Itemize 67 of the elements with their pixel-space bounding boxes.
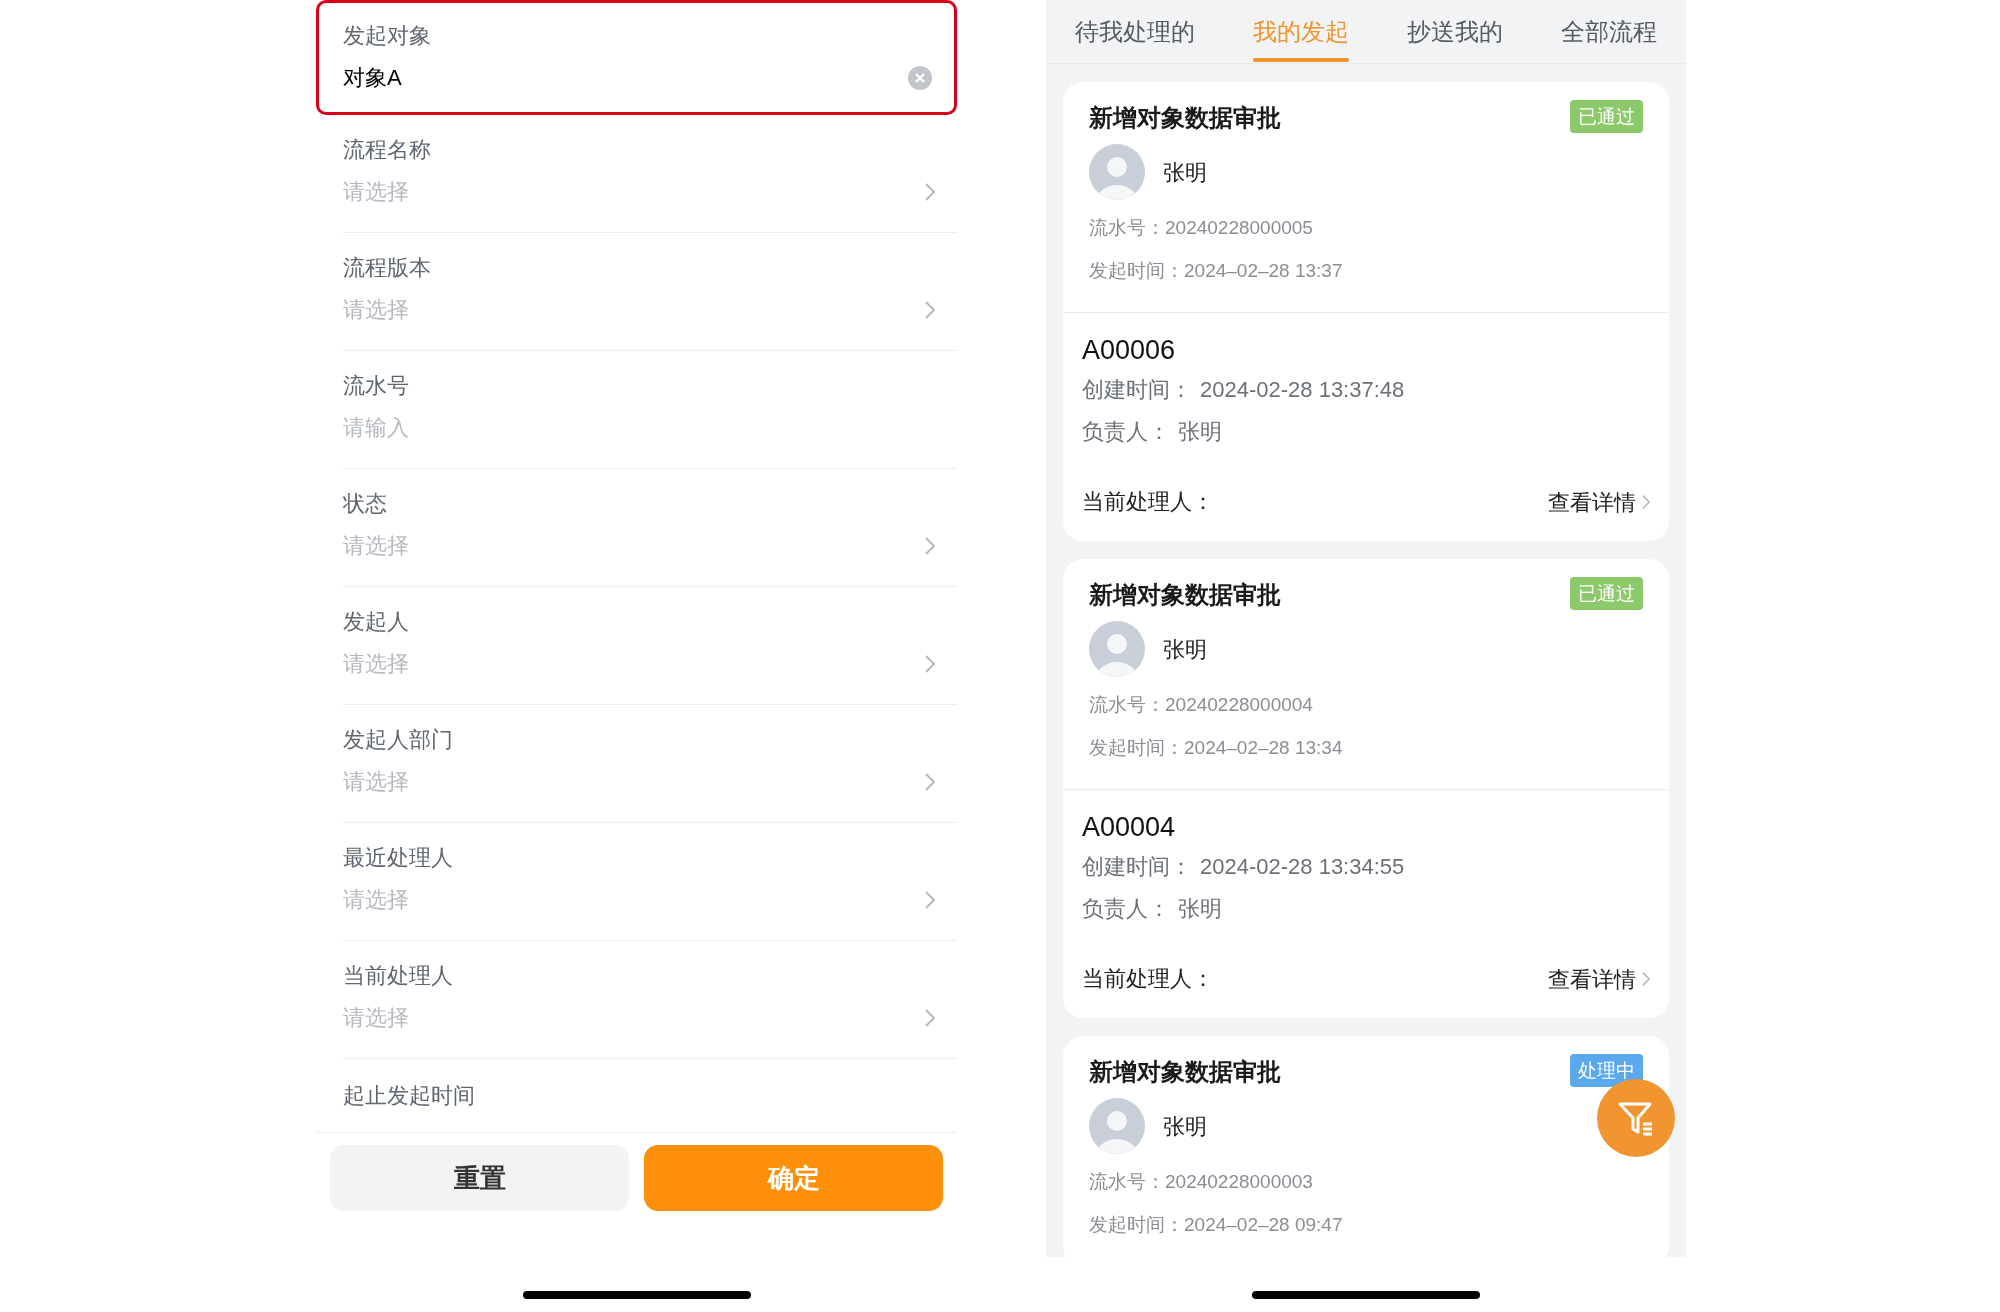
created-time: 2024-02-28 13:37:48 (1200, 376, 1405, 404)
chevron-right-icon (925, 537, 935, 555)
start-time: 2024–02–28 13:34 (1184, 736, 1343, 760)
field-label: 发起对象 (343, 22, 431, 50)
tab[interactable]: 待我处理的 (1075, 0, 1195, 64)
field-label: 起止发起时间 (343, 1081, 475, 1110)
field-label: 当前处理人 (343, 962, 453, 990)
process-card[interactable]: 新增对象数据审批 处理中 张明 流水号：20240228000003 发起时间：2024–02–28 09:47 (1063, 1036, 1669, 1257)
created-time-label: 创建时间： (1082, 376, 1192, 404)
status-tag: 已通过 (1570, 577, 1643, 610)
start-time-label: 发起时间： (1089, 259, 1184, 283)
start-time: 2024–02–28 13:37 (1184, 259, 1343, 283)
field-label: 发起人部门 (343, 726, 453, 754)
field-label: 流水号 (343, 372, 409, 400)
owner-label: 负责人： (1082, 418, 1170, 446)
field-label: 状态 (343, 490, 387, 518)
clear-icon[interactable] (908, 66, 932, 90)
owner-name: 张明 (1178, 895, 1222, 923)
card-title: 新增对象数据审批 (1089, 1057, 1281, 1087)
owner-name: 张明 (1178, 418, 1222, 446)
tab[interactable]: 抄送我的 (1407, 0, 1503, 64)
initiator-name: 张明 (1163, 635, 1207, 664)
field-label: 流程名称 (343, 136, 431, 164)
chevron-right-icon (925, 1009, 935, 1027)
initiator-name: 张明 (1163, 158, 1207, 187)
process-card[interactable]: 新增对象数据审批 已通过 张明 流水号：20240228000004 发起时间：2024–02–28 13:34 A00004 创建时间： 2024-02-28 13:34:55 负责人： 张明 当前处理人： 查看详情 (1063, 559, 1669, 1018)
field-label: 流程版本 (343, 254, 431, 282)
created-time: 2024-02-28 13:34:55 (1200, 853, 1405, 881)
initiator-name: 张明 (1163, 1112, 1207, 1141)
serial-number: 20240228000004 (1165, 693, 1313, 717)
start-time: 2024–02–28 09:47 (1184, 1213, 1343, 1237)
field-label: 最近处理人 (343, 844, 453, 872)
card-title: 新增对象数据审批 (1089, 580, 1281, 610)
avatar-icon (1089, 144, 1145, 200)
serial-label: 流水号： (1089, 216, 1165, 240)
chevron-right-icon (925, 773, 935, 791)
chevron-right-icon (925, 183, 935, 201)
avatar-icon (1089, 621, 1145, 677)
created-time-label: 创建时间： (1082, 853, 1192, 881)
process-card[interactable]: 新增对象数据审批 已通过 张明 流水号：20240228000005 发起时间：2024–02–28 13:37 A00006 创建时间： 2024-02-28 13:37:48 负责人： 张明 当前处理人： 查看详情 (1063, 82, 1669, 541)
serial-number: 20240228000003 (1165, 1170, 1313, 1194)
start-time-label: 发起时间： (1089, 1213, 1184, 1237)
view-details-link[interactable]: 查看详情 (1548, 962, 1650, 996)
start-time-label: 发起时间： (1089, 736, 1184, 760)
card-title: 新增对象数据审批 (1089, 103, 1281, 133)
serial-label: 流水号： (1089, 693, 1165, 717)
owner-label: 负责人： (1082, 895, 1170, 923)
field-value[interactable]: 对象A (343, 63, 402, 93)
current-handler-label: 当前处理人： (1082, 488, 1214, 516)
chevron-right-icon (925, 655, 935, 673)
chevron-right-icon (1642, 494, 1650, 510)
tab[interactable]: 全部流程 (1561, 0, 1657, 64)
field-label: 发起人 (343, 608, 409, 636)
chevron-right-icon (925, 301, 935, 319)
serial-label: 流水号： (1089, 1170, 1165, 1194)
view-details-link[interactable]: 查看详情 (1548, 485, 1650, 519)
record-code: A00004 (1082, 811, 1176, 844)
status-tag: 处理中 (1570, 1054, 1643, 1087)
serial-number: 20240228000005 (1165, 216, 1313, 240)
status-tag: 已通过 (1570, 100, 1643, 133)
filter-icon (1617, 1100, 1655, 1136)
reset-button[interactable]: 重置 (330, 1145, 629, 1211)
current-handler-label: 当前处理人： (1082, 965, 1214, 993)
avatar-icon (1089, 1098, 1145, 1154)
record-code: A00006 (1082, 334, 1176, 367)
chevron-right-icon (1642, 971, 1650, 987)
chevron-right-icon (925, 891, 935, 909)
